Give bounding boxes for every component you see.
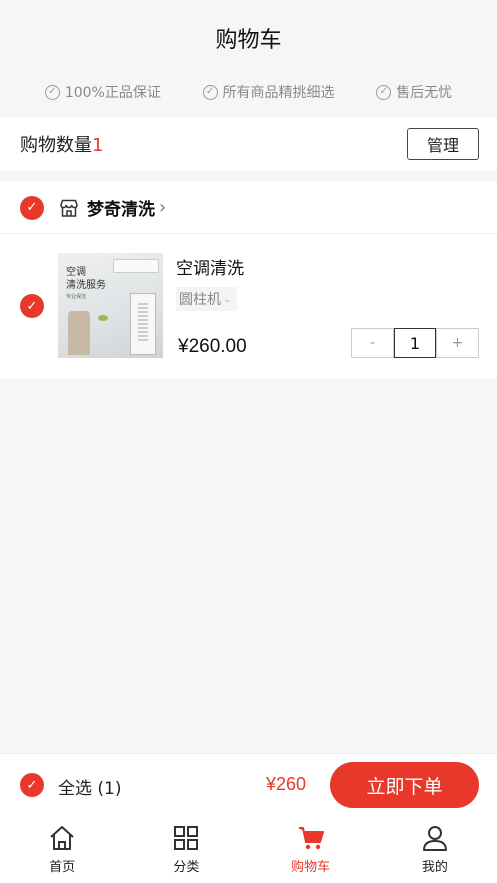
chevron-right-icon[interactable]: ›: [159, 197, 166, 218]
check-circle-icon: ✓: [376, 84, 392, 100]
cart-count-value: 1: [92, 135, 104, 156]
store-card: ✓ 梦奇清洗 › ✓ 空调 清洗服务 专业保洁 空调清洗 圆柱机 ⌄ ¥260.…: [0, 182, 497, 378]
tab-category[interactable]: 分类: [124, 814, 248, 883]
select-all-label[interactable]: 全选 (1): [58, 774, 121, 799]
cart-count: 购物数量1: [20, 131, 103, 157]
guarantee-bar: ✓ 100%正品保证 ✓ 所有商品精挑细选 ✓ 售后无忧: [0, 82, 497, 102]
product-image[interactable]: 空调 清洗服务 专业保洁: [58, 253, 163, 358]
bottom-tab-bar: 首页 分类 购物车 我的: [0, 814, 497, 883]
cart-icon: [298, 827, 324, 850]
select-all-checkbox[interactable]: ✓: [20, 773, 44, 797]
store-select-checkbox[interactable]: ✓: [20, 195, 44, 220]
tab-cart[interactable]: 购物车: [249, 814, 373, 883]
guarantee-label: 售后无忧: [396, 85, 453, 101]
tab-label: 我的: [421, 860, 448, 875]
quantity-input[interactable]: 1: [394, 328, 436, 358]
cart-count-label: 购物数量: [20, 135, 92, 156]
guarantee-label: 100%正品保证: [64, 85, 161, 101]
store-name[interactable]: 梦奇清洗: [87, 195, 155, 220]
thumb-text: 清洗服务: [66, 280, 106, 291]
thumb-text: 专业保洁: [66, 294, 87, 300]
tab-label: 分类: [173, 860, 200, 875]
chair-graphic: [68, 311, 90, 355]
item-select-checkbox[interactable]: ✓: [20, 294, 44, 318]
leaf-graphic: [98, 315, 108, 321]
store-row: ✓ 梦奇清洗 ›: [0, 182, 497, 234]
increment-button[interactable]: +: [436, 328, 479, 358]
spec-selector[interactable]: 圆柱机 ⌄: [176, 287, 237, 311]
cart-count-bar: 购物数量1 管理: [0, 118, 497, 170]
spec-label: 圆柱机: [179, 292, 221, 308]
tower-vent-graphic: [138, 303, 148, 343]
check-circle-icon: ✓: [202, 84, 218, 100]
header: 购物车 ✓ 100%正品保证 ✓ 所有商品精挑细选 ✓ 售后无忧: [0, 0, 497, 118]
tab-label: 购物车: [291, 860, 331, 875]
store-icon: [59, 198, 79, 218]
cart-item: ✓ 空调 清洗服务 专业保洁 空调清洗 圆柱机 ⌄ ¥260.00 - 1 +: [0, 234, 497, 377]
product-price: ¥260.00: [178, 336, 247, 357]
user-icon: [422, 826, 447, 851]
tab-label: 首页: [49, 860, 76, 875]
manage-button[interactable]: 管理: [407, 128, 479, 160]
guarantee-label: 所有商品精挑细选: [222, 85, 335, 101]
guarantee-item: ✓ 所有商品精挑细选: [202, 82, 335, 102]
guarantee-item: ✓ 100%正品保证: [44, 82, 161, 102]
guarantee-item: ✓ 售后无忧: [376, 82, 452, 102]
ac-unit-graphic: [113, 259, 159, 273]
tab-mine[interactable]: 我的: [373, 814, 497, 883]
chevron-down-icon: ⌄: [224, 294, 231, 304]
grid-icon: [174, 826, 199, 850]
total-price: ¥260: [266, 774, 307, 794]
product-name[interactable]: 空调清洗: [176, 254, 244, 279]
tab-home[interactable]: 首页: [0, 814, 124, 883]
quantity-stepper: - 1 +: [351, 328, 479, 358]
check-circle-icon: ✓: [44, 84, 60, 100]
decrement-button[interactable]: -: [351, 328, 394, 358]
page-title: 购物车: [215, 28, 282, 53]
home-icon: [50, 826, 74, 850]
checkout-bar: ✓ 全选 (1) ¥260 立即下单: [0, 753, 497, 814]
place-order-button[interactable]: 立即下单: [330, 762, 479, 808]
